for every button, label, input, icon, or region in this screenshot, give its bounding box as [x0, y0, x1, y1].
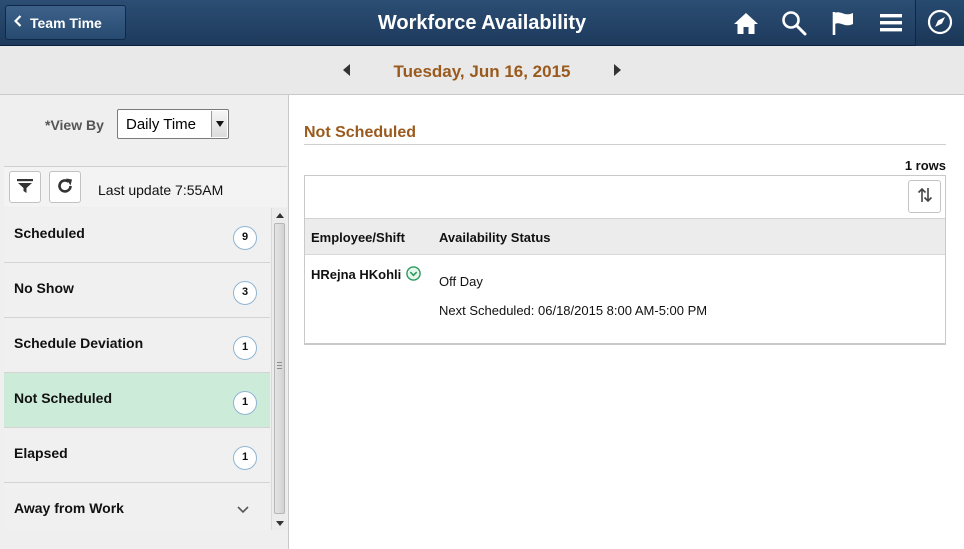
back-button[interactable]: Team Time [5, 5, 126, 40]
grid-toolbar [305, 176, 945, 219]
refresh-button[interactable] [49, 171, 81, 203]
navigator-icon [927, 9, 953, 38]
scroll-down-arrow-icon[interactable] [272, 516, 288, 530]
list-item-scheduled[interactable]: Scheduled 9 [4, 208, 270, 263]
flag-icon[interactable] [828, 8, 858, 38]
list-item-not-scheduled[interactable]: Not Scheduled 1 [4, 373, 270, 428]
page-title: Workforce Availability [377, 12, 587, 34]
refresh-icon [56, 177, 74, 198]
menu-icon[interactable] [876, 8, 906, 38]
filter-button[interactable] [9, 171, 41, 203]
app-header: Team Time Workforce Availability [0, 0, 964, 46]
scrollbar-thumb[interactable] [274, 223, 285, 514]
search-icon[interactable] [779, 8, 809, 38]
availability-status: Off Day [439, 274, 483, 289]
category-list: Scheduled 9 No Show 3 Schedule Deviation… [4, 208, 270, 530]
list-item-away-from-work[interactable]: Away from Work [4, 483, 270, 530]
grid-header: Employee/Shift Availability Status [305, 219, 945, 255]
employee-name: HRejna HKohli [311, 267, 402, 282]
column-header-availability: Availability Status [439, 230, 551, 245]
expand-details-icon[interactable] [406, 266, 421, 281]
count-badge: 1 [233, 391, 257, 415]
count-badge: 1 [233, 336, 257, 360]
filter-icon [16, 178, 34, 197]
list-item-no-show[interactable]: No Show 3 [4, 263, 270, 318]
list-scrollbar[interactable] [271, 208, 287, 530]
sort-button[interactable] [908, 180, 941, 213]
next-date-button[interactable] [607, 60, 627, 80]
home-icon[interactable] [731, 8, 761, 38]
navigator-button[interactable] [916, 0, 964, 46]
list-item-label: Scheduled [14, 225, 85, 241]
list-item-label: Away from Work [14, 500, 124, 516]
current-date: Tuesday, Jun 16, 2015 [393, 62, 571, 81]
list-item-schedule-deviation[interactable]: Schedule Deviation 1 [4, 318, 270, 373]
count-badge: 1 [233, 446, 257, 470]
left-panel: *View By Daily Time Last update 7:55AM S… [0, 95, 289, 549]
scroll-up-arrow-icon[interactable] [272, 208, 288, 222]
list-item-elapsed[interactable]: Elapsed 1 [4, 428, 270, 483]
list-item-label: Elapsed [14, 445, 68, 461]
date-navigation-bar: Tuesday, Jun 16, 2015 [0, 46, 964, 95]
view-by-select[interactable]: Daily Time [117, 109, 229, 139]
list-item-label: Schedule Deviation [14, 335, 144, 351]
next-scheduled: Next Scheduled: 06/18/2015 8:00 AM-5:00 … [439, 303, 708, 318]
list-toolbar: Last update 7:55AM [4, 166, 287, 207]
main-content: Not Scheduled 1 rows Employee/Shift Avai… [290, 95, 964, 549]
section-divider [304, 144, 946, 145]
availability-grid: Employee/Shift Availability Status HRejn… [304, 175, 946, 345]
view-by-value: Daily Time [126, 116, 197, 133]
chevron-down-icon[interactable] [235, 501, 251, 517]
sort-icon [916, 186, 934, 207]
view-by-label: *View By [45, 117, 104, 133]
count-badge: 9 [233, 226, 257, 250]
last-update-text: Last update 7:55AM [98, 182, 224, 198]
dropdown-arrow-icon [211, 111, 227, 137]
section-title: Not Scheduled [304, 124, 417, 141]
row-count: 1 rows [904, 158, 946, 173]
count-badge: 3 [233, 281, 257, 305]
list-item-label: Not Scheduled [14, 390, 113, 406]
previous-date-button[interactable] [337, 60, 357, 80]
table-row: HRejna HKohli Off Day Next Scheduled: 06… [305, 255, 945, 344]
back-button-label: Team Time [30, 14, 102, 31]
list-item-label: No Show [14, 280, 74, 296]
chevron-left-icon [13, 15, 22, 30]
column-header-employee: Employee/Shift [311, 230, 405, 245]
